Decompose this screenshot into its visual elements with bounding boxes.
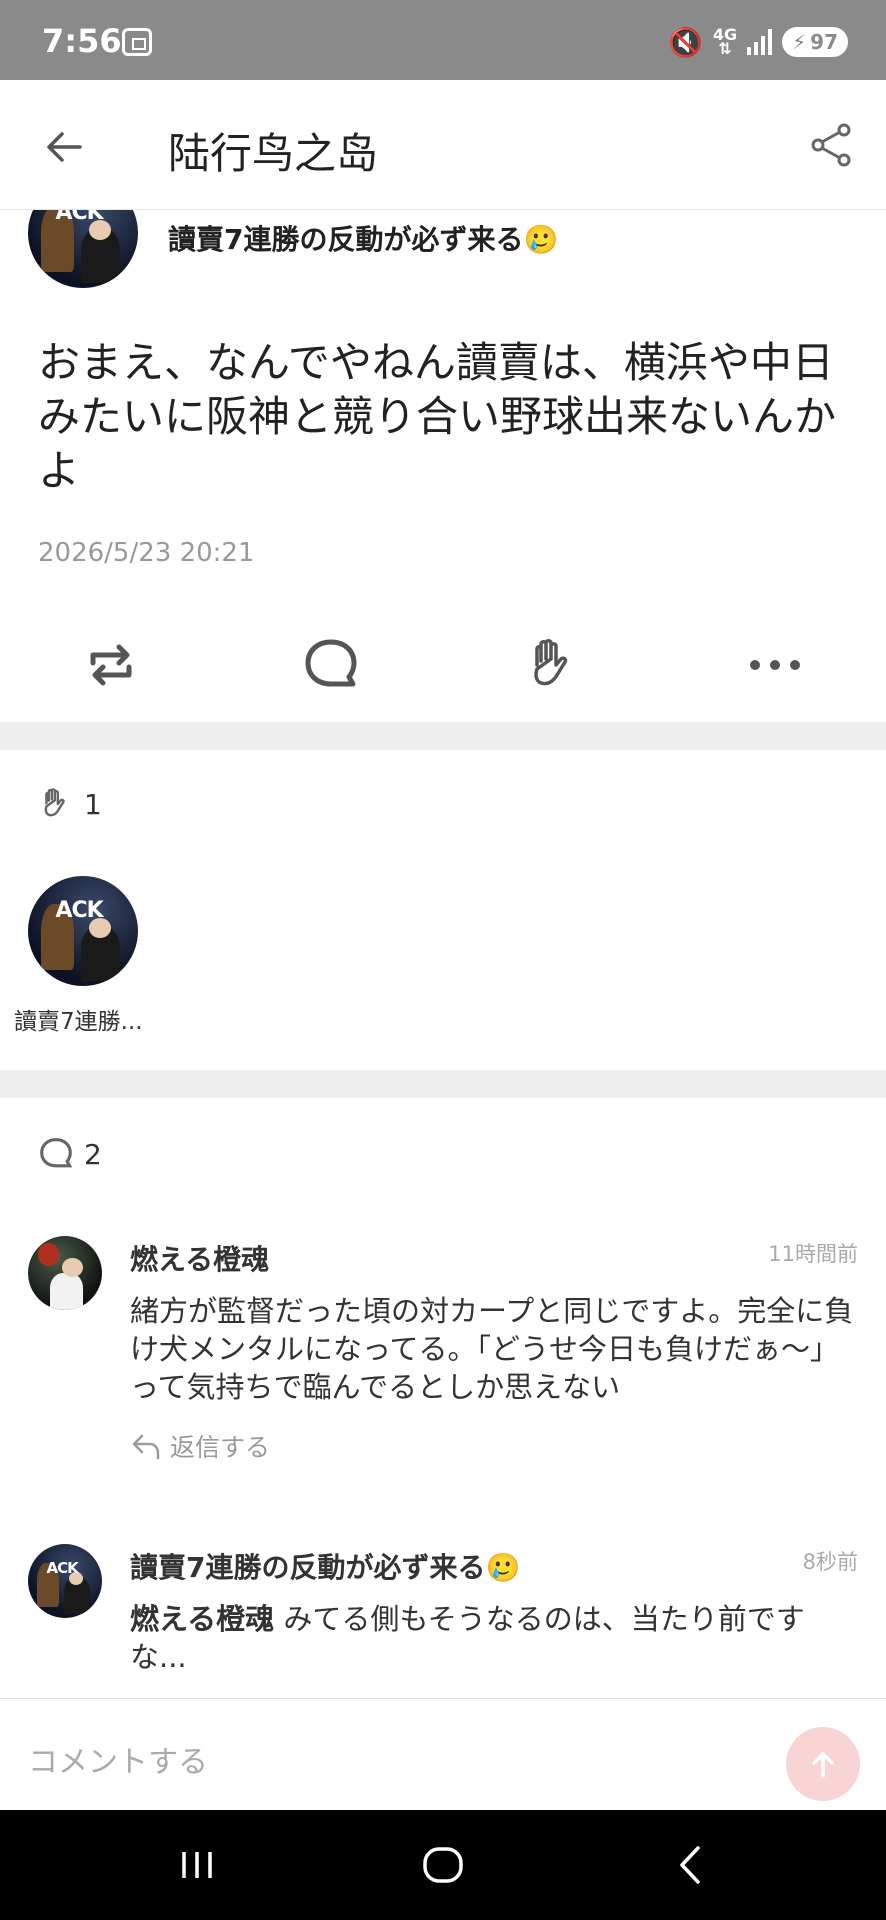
repost-button[interactable] (78, 632, 144, 698)
back-arrow-icon[interactable] (40, 122, 90, 172)
page-title: 陆行鸟之岛 (168, 129, 379, 178)
home-icon[interactable] (416, 1838, 470, 1892)
comment-body: 燃える橙魂 みてる側もそうなるのは、当たり前ですな... (130, 1600, 860, 1676)
comment-icon (40, 1138, 73, 1168)
reply-icon (132, 1434, 160, 1460)
system-nav-bar (0, 1810, 886, 1920)
likes-count-value: 1 (84, 787, 102, 821)
clap-icon (534, 639, 568, 686)
mute-icon: 🔇 (667, 25, 703, 59)
liker-avatar[interactable]: ACK (28, 876, 138, 986)
app-header: 陆行鸟之岛 (0, 80, 886, 210)
clap-icon (44, 788, 65, 817)
signal-icon (747, 29, 773, 55)
comment-body: 緒方が監督だった頃の対カープと同じですよ。完全に負け犬メンタルになってる。「どう… (130, 1294, 854, 1404)
more-button[interactable] (742, 632, 808, 698)
post-actions (0, 632, 886, 698)
recent-apps-icon[interactable] (170, 1838, 224, 1892)
battery-level: 97 (810, 30, 838, 54)
screenshot-icon (122, 28, 152, 56)
network-type: 4G ⇅ (712, 25, 738, 58)
repost-icon (90, 644, 132, 686)
section-divider (0, 1070, 886, 1098)
comments-count: 2 (38, 1136, 102, 1172)
comment-time: 8秒前 (802, 1550, 858, 1574)
comment-icon (305, 639, 357, 687)
post-date: 2026/5/23 20:21 (38, 538, 255, 568)
post-body: おまえ、なんでやねん讀賣は、横浜や中日みたいに阪神と競り合い野球出来ないんかよ (38, 338, 837, 495)
clap-button[interactable] (520, 632, 586, 698)
comments-count-value: 2 (84, 1137, 102, 1171)
send-icon (812, 1752, 834, 1778)
status-icons: 🔇 4G ⇅ ⚡ 97 (667, 25, 848, 59)
comment-time: 11時間前 (768, 1242, 858, 1266)
status-bar: 7:56 🔇 4G ⇅ ⚡ 97 (0, 0, 886, 80)
battery-saver-icon: ⚡ (792, 30, 807, 54)
liker-name[interactable]: 讀賣7連勝... (14, 1002, 143, 1036)
comment-mention[interactable]: 燃える橙魂 (130, 1602, 274, 1636)
comment-button[interactable] (298, 632, 364, 698)
post-author-name[interactable]: 讀賣7連勝の反動が必ず来る🥲 (168, 218, 558, 258)
comment-avatar[interactable] (28, 1236, 102, 1310)
comment-author[interactable]: 讀賣7連勝の反動が必ず来る🥲 (130, 1546, 520, 1586)
send-button[interactable] (786, 1727, 860, 1801)
comment-input[interactable]: コメントする (28, 1737, 208, 1781)
section-divider (0, 722, 886, 750)
comment-bar: コメントする (0, 1698, 886, 1810)
back-nav-icon[interactable] (664, 1838, 718, 1892)
likes-count[interactable]: 1 (38, 786, 102, 822)
reply-button[interactable]: 返信する (130, 1428, 270, 1464)
share-icon[interactable] (806, 120, 856, 170)
more-icon (750, 660, 800, 670)
reply-label: 返信する (170, 1433, 271, 1462)
comment-avatar[interactable]: ACK (28, 1544, 102, 1618)
status-time: 7:56 (42, 22, 122, 60)
comment-author[interactable]: 燃える橙魂 (130, 1238, 269, 1278)
battery-indicator: ⚡ 97 (782, 27, 848, 57)
